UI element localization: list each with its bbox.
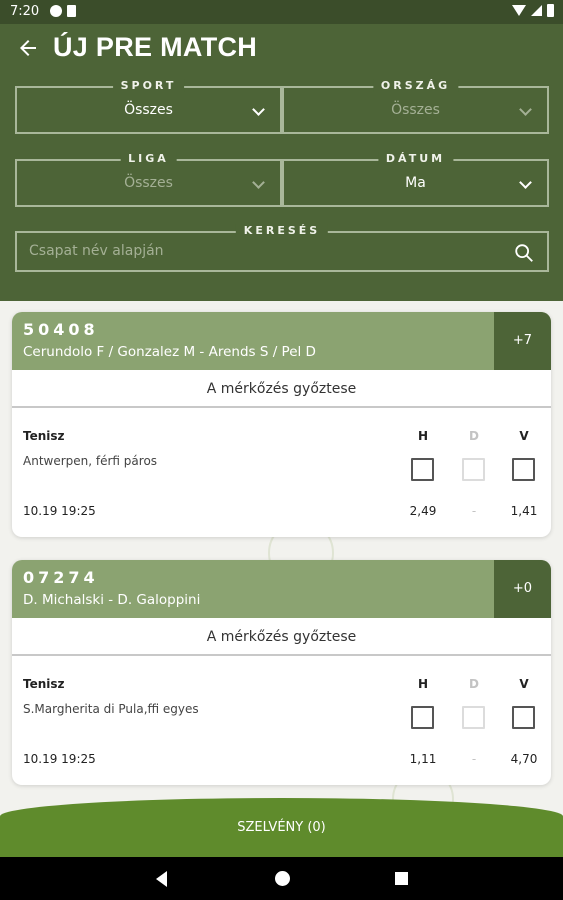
event-card-header[interactable]: 50408 Cerundolo F / Gonzalez M - Arends … bbox=[12, 312, 551, 370]
odds-header-away: V bbox=[519, 429, 529, 443]
sport-value: Összes bbox=[124, 102, 173, 118]
back-arrow-icon[interactable] bbox=[16, 36, 40, 60]
league-name: Antwerpen, férfi páros bbox=[23, 454, 158, 468]
event-code: 07274 bbox=[23, 568, 99, 587]
odds-value-draw: - bbox=[471, 752, 477, 766]
odds-header-home: H bbox=[417, 677, 429, 691]
event-teams: Cerundolo F / Gonzalez M - Arends S / Pe… bbox=[23, 344, 316, 360]
event-code: 50408 bbox=[23, 320, 99, 339]
odds-checkbox-draw bbox=[462, 458, 485, 481]
cellular-signal-icon bbox=[531, 5, 542, 16]
league-label: LIGA bbox=[120, 152, 177, 165]
search-label: KERESÉS bbox=[235, 224, 329, 237]
nav-recents-icon[interactable] bbox=[395, 872, 408, 885]
odds-checkbox-home[interactable] bbox=[411, 458, 434, 481]
odds-header-home: H bbox=[417, 429, 429, 443]
nav-home-icon[interactable] bbox=[275, 871, 290, 886]
odds-checkbox-away[interactable] bbox=[512, 458, 535, 481]
sport-name: Tenisz bbox=[23, 677, 65, 691]
odds-header-draw: D bbox=[469, 429, 479, 443]
country-value: Összes bbox=[391, 102, 440, 118]
country-label: ORSZÁG bbox=[372, 79, 459, 92]
more-markets-button[interactable]: +0 bbox=[494, 560, 551, 618]
date-label: DÁTUM bbox=[377, 152, 454, 165]
country-select: ORSZÁG Összes bbox=[282, 79, 549, 134]
nav-back-icon[interactable] bbox=[156, 871, 167, 887]
event-card: 50408 Cerundolo F / Gonzalez M - Arends … bbox=[12, 312, 551, 537]
odds-header-draw: D bbox=[469, 677, 479, 691]
odds-header-away: V bbox=[519, 677, 529, 691]
notification-icon bbox=[50, 5, 62, 17]
event-card: 07274 D. Michalski - D. Galoppini +0 A m… bbox=[12, 560, 551, 785]
market-title: A mérkőzés győztese bbox=[12, 618, 551, 656]
bet-slip-button[interactable]: SZELVÉNY (0) bbox=[0, 798, 563, 857]
battery-icon bbox=[547, 4, 554, 17]
league-name: S.Margherita di Pula,ffi egyes bbox=[23, 702, 199, 716]
market-title: A mérkőzés győztese bbox=[12, 370, 551, 408]
odds-checkbox-away[interactable] bbox=[512, 706, 535, 729]
search-box: KERESÉS bbox=[15, 224, 549, 272]
odds-value-away: 4,70 bbox=[510, 752, 538, 766]
app-header: ÚJ PRE MATCH SPORT Összes ORSZÁG Összes … bbox=[0, 24, 563, 301]
search-icon[interactable] bbox=[513, 242, 535, 264]
sport-name: Tenisz bbox=[23, 429, 65, 443]
sport-select[interactable]: SPORT Összes bbox=[15, 79, 282, 134]
event-card-header[interactable]: 07274 D. Michalski - D. Galoppini +0 bbox=[12, 560, 551, 618]
odds-value-home: 1,11 bbox=[409, 752, 437, 766]
sd-card-icon bbox=[67, 5, 76, 17]
event-teams: D. Michalski - D. Galoppini bbox=[23, 592, 201, 608]
league-value: Összes bbox=[124, 175, 173, 191]
date-select[interactable]: DÁTUM Ma bbox=[282, 152, 549, 207]
system-nav-bar bbox=[0, 857, 563, 900]
odds-value-away: 1,41 bbox=[510, 504, 538, 518]
search-input[interactable] bbox=[29, 243, 489, 259]
event-datetime: 10.19 19:25 bbox=[23, 504, 96, 518]
page-title: ÚJ PRE MATCH bbox=[53, 32, 258, 62]
odds-checkbox-draw bbox=[462, 706, 485, 729]
event-datetime: 10.19 19:25 bbox=[23, 752, 96, 766]
sport-label: SPORT bbox=[112, 79, 185, 92]
status-time: 7:20 bbox=[10, 4, 40, 19]
league-select: LIGA Összes bbox=[15, 152, 282, 207]
odds-value-home: 2,49 bbox=[409, 504, 437, 518]
wifi-icon bbox=[512, 5, 526, 16]
odds-checkbox-home[interactable] bbox=[411, 706, 434, 729]
status-bar: 7:20 bbox=[0, 0, 563, 24]
more-markets-button[interactable]: +7 bbox=[494, 312, 551, 370]
odds-value-draw: - bbox=[471, 504, 477, 518]
date-value: Ma bbox=[405, 175, 426, 191]
